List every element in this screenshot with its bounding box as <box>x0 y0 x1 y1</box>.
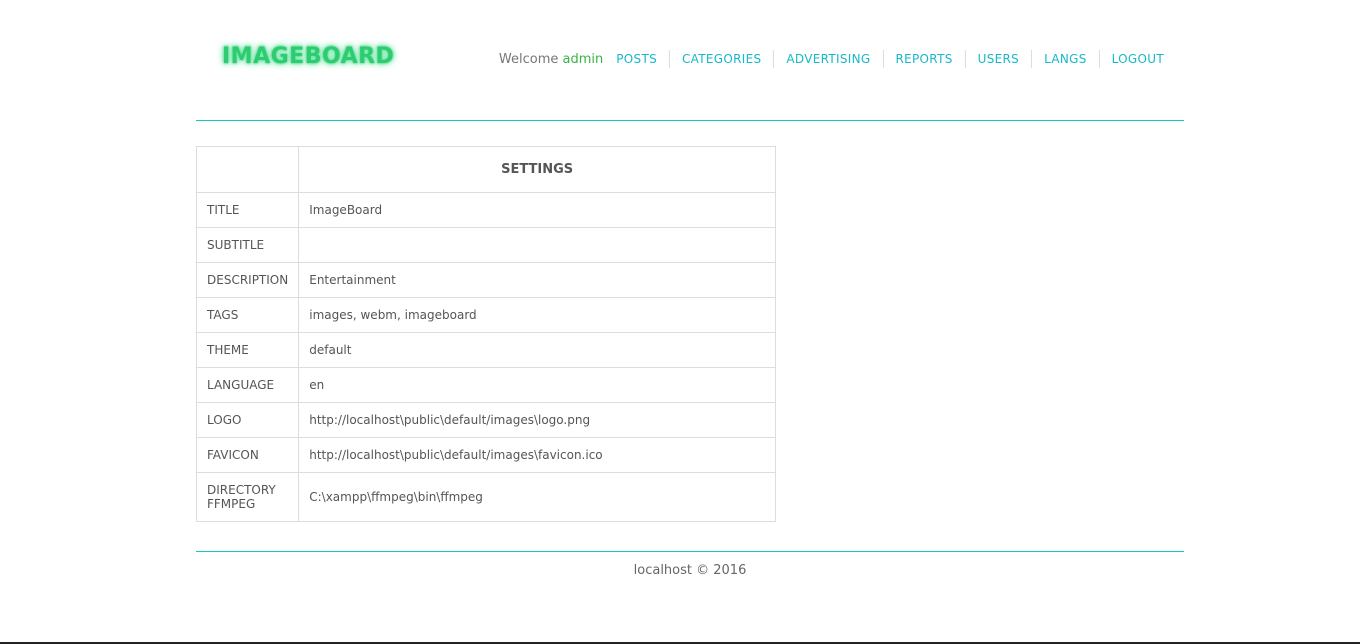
setting-value: Entertainment <box>298 262 776 298</box>
setting-value: ImageBoard <box>298 192 776 228</box>
settings-table: SETTINGS TITLE ImageBoard SUBTITLE DESCR… <box>195 146 776 522</box>
setting-key: TAGS <box>195 297 300 333</box>
setting-value <box>298 227 776 263</box>
table-row: DIRECTORY FFMPEG C:\xampp\ffmpeg\bin\ffm… <box>195 472 776 522</box>
setting-key: TITLE <box>195 192 300 228</box>
header: IMAGEBOARD Welcome admin POSTS CATEGORIE… <box>196 0 1184 121</box>
nav-advertising[interactable]: ADVERTISING <box>773 50 882 68</box>
table-row: FAVICON http://localhost\public\default/… <box>195 437 776 473</box>
table-row: LOGO http://localhost\public\default/ima… <box>195 402 776 438</box>
page: IMAGEBOARD Welcome admin POSTS CATEGORIE… <box>0 0 1360 644</box>
setting-value: images, webm, imageboard <box>298 297 776 333</box>
site-logo[interactable]: IMAGEBOARD <box>222 44 394 69</box>
nav-langs[interactable]: LANGS <box>1031 50 1099 68</box>
footer: localhost © 2016 <box>196 551 1184 578</box>
nav-logout[interactable]: LOGOUT <box>1098 50 1164 68</box>
welcome-message: Welcome admin <box>499 52 603 67</box>
setting-value: en <box>298 367 776 403</box>
table-row: LANGUAGE en <box>195 367 776 403</box>
table-row: SUBTITLE <box>195 227 776 263</box>
username: admin <box>562 51 604 67</box>
table-row: TITLE ImageBoard <box>195 192 776 228</box>
setting-value: default <box>298 332 776 368</box>
footer-copyright: localhost © 2016 <box>633 563 747 578</box>
table-header-empty <box>195 146 300 193</box>
nav-users[interactable]: USERS <box>964 50 1031 68</box>
setting-key: LOGO <box>195 402 300 438</box>
setting-value: http://localhost\public\default/images\f… <box>298 437 776 473</box>
setting-key: SUBTITLE <box>195 227 300 263</box>
setting-value: C:\xampp\ffmpeg\bin\ffmpeg <box>298 472 776 522</box>
welcome-label: Welcome <box>498 51 559 67</box>
table-row: DESCRIPTION Entertainment <box>195 262 776 298</box>
nav-reports[interactable]: REPORTS <box>882 50 965 68</box>
nav-posts[interactable]: POSTS <box>616 50 669 68</box>
setting-key: DIRECTORY FFMPEG <box>195 472 300 522</box>
table-header-row: SETTINGS <box>195 146 776 193</box>
setting-key: THEME <box>195 332 300 368</box>
settings-heading: SETTINGS <box>298 146 776 193</box>
setting-key: DESCRIPTION <box>195 262 300 298</box>
table-row: TAGS images, webm, imageboard <box>195 297 776 333</box>
setting-key: LANGUAGE <box>195 367 300 403</box>
setting-key: FAVICON <box>195 437 300 473</box>
setting-value: http://localhost\public\default/images\l… <box>298 402 776 438</box>
nav-categories[interactable]: CATEGORIES <box>669 50 773 68</box>
table-row: THEME default <box>195 332 776 368</box>
top-nav: Welcome admin POSTS CATEGORIES ADVERTISI… <box>499 50 1164 68</box>
